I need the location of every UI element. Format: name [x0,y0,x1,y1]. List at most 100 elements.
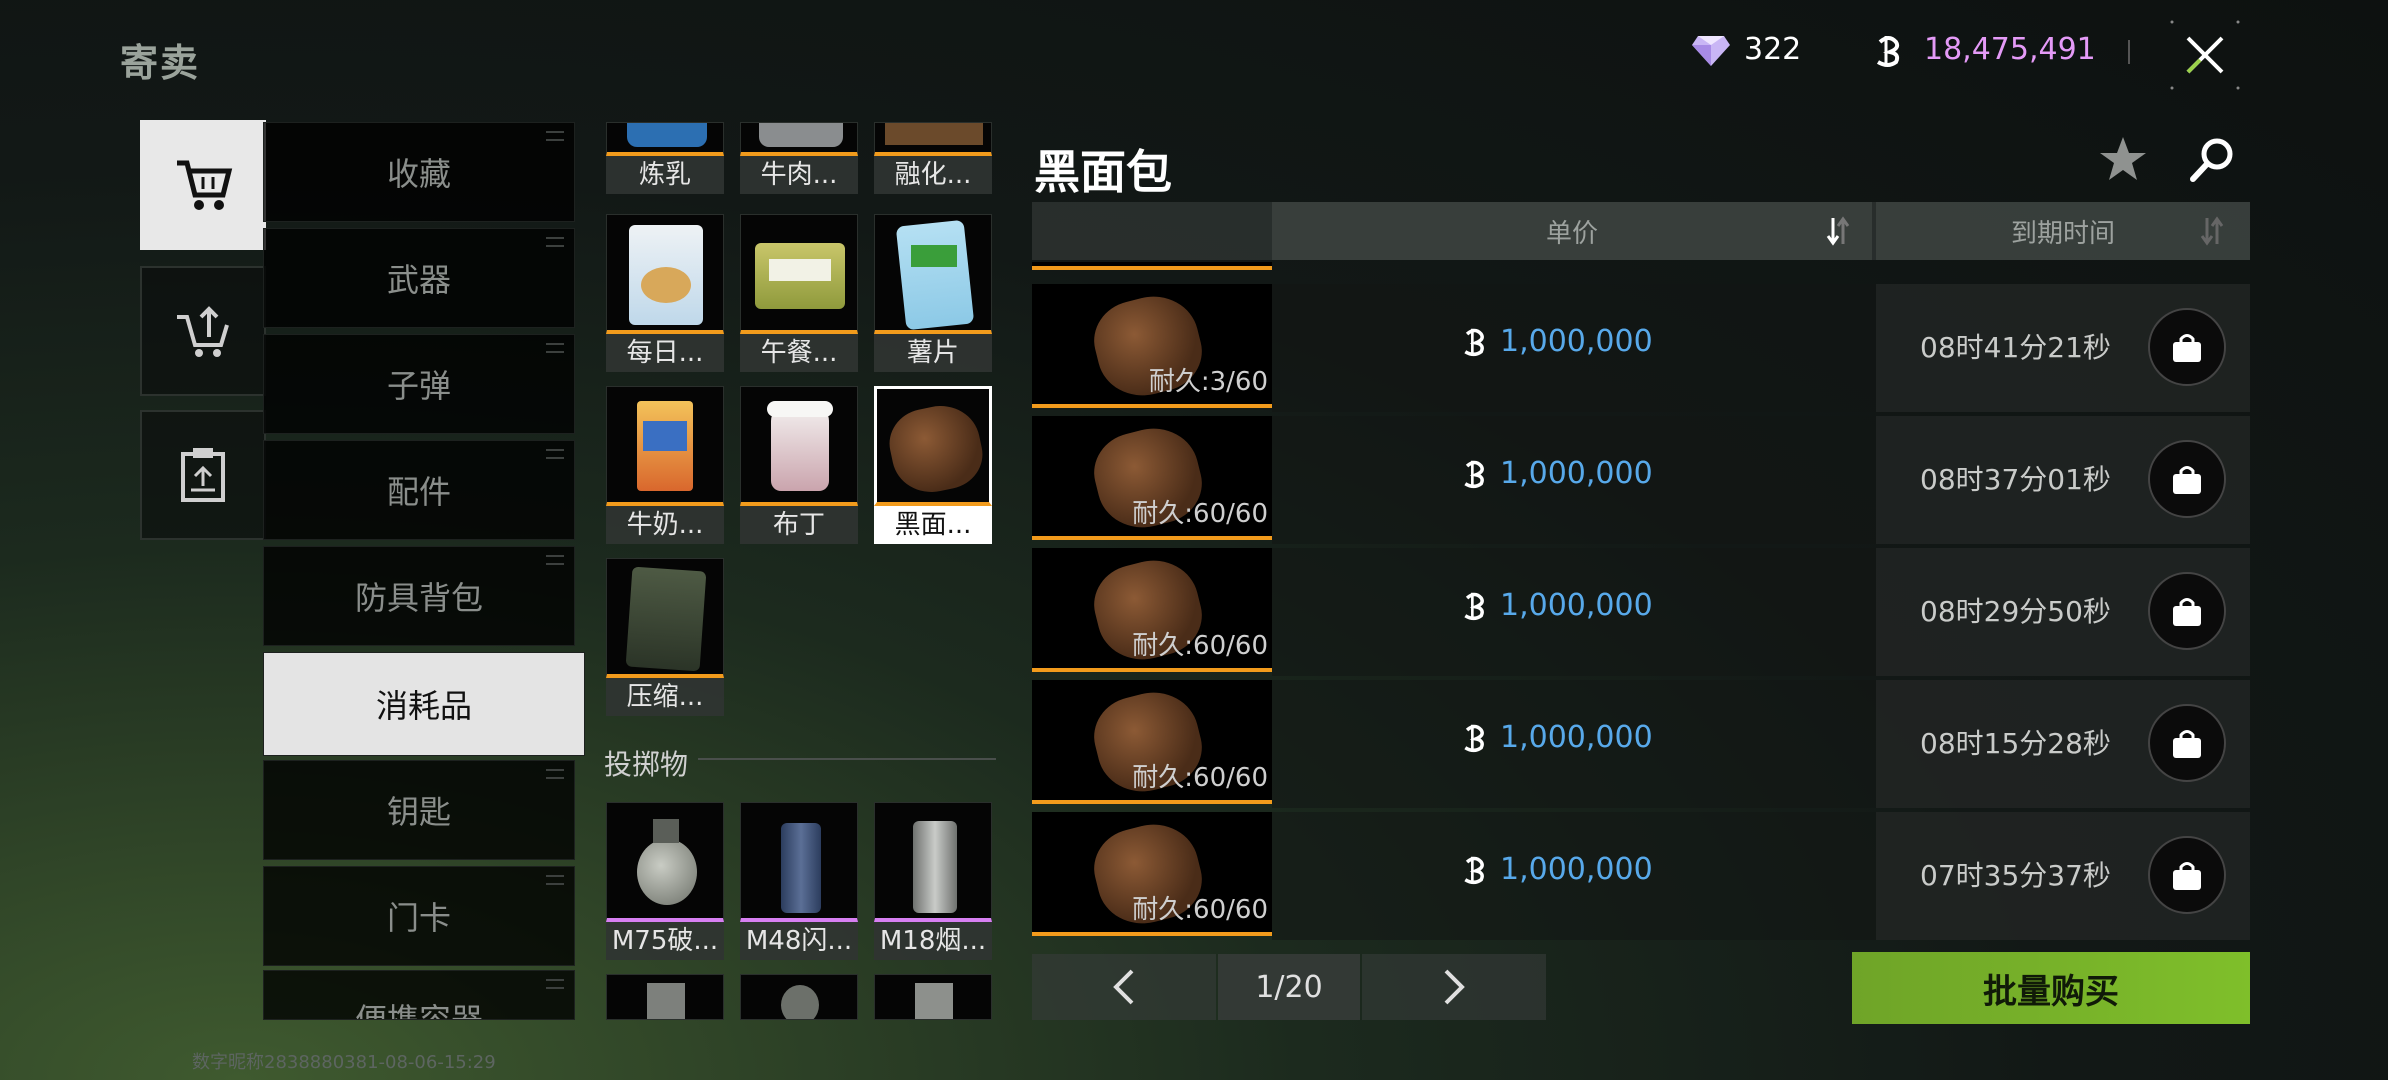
item-m18-smoke[interactable]: M18烟... [874,802,992,960]
item-m75-grenade[interactable]: M75破... [606,802,724,960]
item-thumbnail [740,802,858,922]
category-favorites[interactable]: 收藏 [263,122,575,222]
buy-button[interactable] [2148,836,2226,914]
category-keycards[interactable]: 门卡 [263,866,575,966]
item-label: 薯片 [874,334,992,372]
category-containers[interactable]: 便携容器 [263,970,575,1020]
item-milk[interactable]: 牛奶... [606,386,724,544]
price-value: 1,000,000 [1500,588,1653,623]
item-daily-nuts[interactable]: 每日... [606,214,724,372]
durability-label: 耐久:60/60 [1132,763,1268,793]
listing-row[interactable]: 耐久:60/60 1,000,000 08时29分50秒 [1032,548,2250,676]
coin-icon [1464,328,1484,356]
search-button[interactable] [2188,134,2238,184]
item-thumbnail [740,214,858,334]
item-label: 午餐... [740,334,858,372]
sort-icon[interactable] [1826,214,1850,248]
item-beef[interactable]: 牛肉... [740,122,858,194]
item-partial[interactable] [740,974,858,1020]
item-label: 牛奶... [606,506,724,544]
item-label: 黑面... [874,506,992,544]
price-value: 1,000,000 [1500,324,1653,359]
nav-sell-tab[interactable] [140,266,266,396]
category-armor-backpacks[interactable]: 防具背包 [263,546,575,646]
category-keys[interactable]: 钥匙 [263,760,575,860]
category-attachments[interactable]: 配件 [263,440,575,540]
item-label: 布丁 [740,506,858,544]
item-thumbnail [606,802,724,922]
close-button[interactable] [2168,18,2242,92]
buy-button[interactable] [2148,704,2226,782]
expire-time: 07时35分37秒 [1920,859,2111,892]
listing-thumbnail: 耐久:60/60 [1032,812,1272,936]
item-label: 每日... [606,334,724,372]
nav-records-tab[interactable] [140,410,266,540]
item-partial[interactable] [874,974,992,1020]
watermark-footer: 数字昵称2838880381-08-06-15:29 [192,1052,496,1073]
category-label: 便携容器 [354,1001,483,1020]
column-expire[interactable]: 到期时间 [1876,202,2250,260]
shopping-bag-icon [2173,466,2201,494]
category-label: 收藏 [386,155,451,193]
expire-time: 08时15分28秒 [1920,727,2111,760]
item-label: 融化... [874,156,992,194]
listing-thumbnail: 耐久:60/60 [1032,680,1272,804]
item-thumbnail [606,558,724,678]
diamond-icon [1692,36,1730,66]
item-m48-flashbang[interactable]: M48闪... [740,802,858,960]
durability-label: 耐久:3/60 [1148,367,1268,397]
section-divider [698,758,996,760]
buy-button[interactable] [2148,308,2226,386]
sort-icon[interactable] [2200,214,2224,248]
item-black-bread[interactable]: 黑面... [874,386,992,544]
bulk-buy-button[interactable]: 批量购买 [1852,952,2250,1024]
item-thumbnail [874,122,992,156]
prev-page-button[interactable] [1032,954,1216,1020]
item-label: 压缩... [606,678,724,716]
category-ammo[interactable]: 子弹 [263,334,575,434]
item-melted[interactable]: 融化... [874,122,992,194]
detail-title: 黑面包 [1034,145,1172,199]
coin-icon [1464,856,1484,884]
category-label: 武器 [386,261,451,299]
listing-row[interactable]: 耐久:3/60 1,000,000 08时41分21秒 [1032,284,2250,412]
favorite-star-button[interactable] [2098,134,2148,184]
item-partial[interactable] [606,974,724,1020]
expire-time: 08时41分21秒 [1920,331,2111,364]
next-page-button[interactable] [1362,954,1546,1020]
item-label: M18烟... [874,922,992,960]
buy-button[interactable] [2148,440,2226,518]
item-condensed-milk[interactable]: 炼乳 [606,122,724,194]
chevron-right-icon [1444,969,1465,1005]
item-chips[interactable]: 薯片 [874,214,992,372]
buy-button[interactable] [2148,572,2226,650]
listing-price: 1,000,000 [1460,456,1653,491]
chevron-left-icon [1113,969,1134,1005]
column-price-label: 单价 [1545,218,1598,249]
listing-row[interactable]: 耐久:60/60 1,000,000 08时37分01秒 [1032,416,2250,544]
listing-row[interactable]: 耐久:60/60 1,000,000 07时35分37秒 [1032,812,2250,940]
item-luncheon-meat[interactable]: 午餐... [740,214,858,372]
listing-thumbnail: 耐久:60/60 [1032,548,1272,672]
category-weapons[interactable]: 武器 [263,228,575,328]
listing-price: 1,000,000 [1460,852,1653,887]
column-price[interactable]: 单价 [1272,202,1872,260]
header-divider [2128,40,2130,64]
item-label: M75破... [606,922,724,960]
durability-label: 耐久:60/60 [1132,895,1268,925]
cart-icon [177,160,233,210]
durability-label: 耐久:60/60 [1132,631,1268,661]
price-value: 1,000,000 [1500,456,1653,491]
category-consumables[interactable]: 消耗品 [263,652,585,756]
category-label: 防具背包 [354,579,483,617]
listing-price: 1,000,000 [1460,720,1653,755]
listing-row[interactable]: 耐久:60/60 1,000,000 08时15分28秒 [1032,680,2250,808]
item-compressed-biscuit[interactable]: 压缩... [606,558,724,716]
coin-icon [1876,36,1900,67]
expire-time: 08时37分01秒 [1920,463,2111,496]
shopping-bag-icon [2173,334,2201,362]
currency-balance: 18,475,491 [1924,32,2096,67]
item-pudding[interactable]: 布丁 [740,386,858,544]
nav-buy-tab[interactable] [140,120,266,250]
page-indicator: 1/20 [1218,954,1360,1020]
